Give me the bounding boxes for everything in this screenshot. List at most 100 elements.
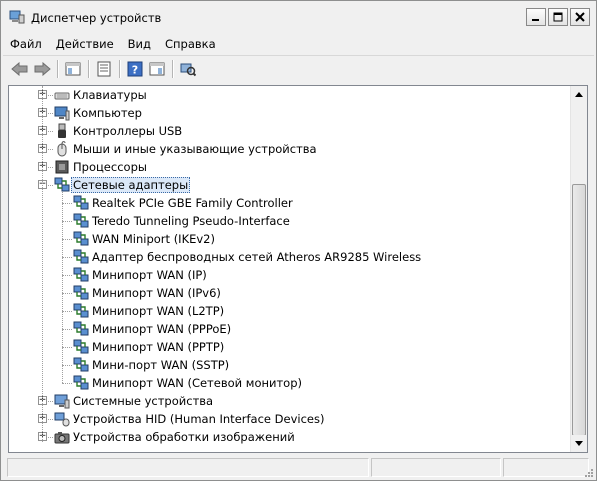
- tree-connector: [48, 131, 53, 132]
- network-adapter-icon: [73, 375, 89, 391]
- tree-node[interactable]: + Системные устройства: [9, 392, 571, 410]
- toolbar-separator: [57, 60, 58, 78]
- tree-node[interactable]: + Устройства HID (Human Interface Devices…: [9, 410, 571, 428]
- scroll-up-button[interactable]: [571, 86, 587, 103]
- tree-child-node[interactable]: Realtek PCIe GBE Family Controller: [9, 194, 571, 212]
- network-adapter-icon: [73, 321, 89, 337]
- tree-connector: [62, 383, 72, 384]
- tree-node[interactable]: + Мыши и иные указывающие устройства: [9, 140, 571, 158]
- tree-child-node[interactable]: Минипорт WAN (L2TP): [9, 302, 571, 320]
- tree-child-node[interactable]: WAN Miniport (IKEv2): [9, 230, 571, 248]
- close-button[interactable]: [570, 8, 590, 26]
- mouse-icon: [54, 141, 70, 157]
- system-devices-icon: [54, 393, 70, 409]
- scan-hardware-changes-icon: [180, 63, 196, 77]
- toolbar: ?: [3, 55, 594, 82]
- tree-child-label: Realtek PCIe GBE Family Controller: [92, 196, 293, 210]
- tree-child-node[interactable]: Минипорт WAN (PPPoE): [9, 320, 571, 338]
- tree-node-label: Компьютер: [73, 106, 142, 120]
- tree-child-label: Минипорт WAN (PPPoE): [92, 322, 232, 336]
- scrollbar-thumb[interactable]: [572, 184, 586, 436]
- tree-connector: [48, 419, 53, 420]
- arrow-up-icon: [575, 92, 583, 97]
- tree-node[interactable]: + Процессоры: [9, 158, 571, 176]
- usb-icon: [54, 123, 70, 139]
- window-title: Диспетчер устройств: [31, 11, 162, 25]
- device-manager-window: Диспетчер устройств Файл Действие Вид Сп…: [0, 0, 597, 481]
- tree-connector: [62, 347, 72, 348]
- show-hide-console-tree-button[interactable]: [62, 58, 84, 80]
- tree-connector: [62, 329, 72, 330]
- menu-file[interactable]: Файл: [3, 34, 49, 54]
- menu-help[interactable]: Справка: [158, 34, 223, 54]
- network-adapter-icon: [73, 249, 89, 265]
- help-icon: ?: [127, 61, 143, 77]
- network-adapter-icon: [73, 213, 89, 229]
- toolbar-separator: [88, 60, 89, 78]
- menu-view[interactable]: Вид: [121, 34, 158, 54]
- tree-child-node[interactable]: Минипорт WAN (IP): [9, 266, 571, 284]
- tree-child-label: Минипорт WAN (IPv6): [92, 286, 221, 300]
- device-manager-icon: [9, 10, 25, 24]
- minimize-icon: [532, 19, 539, 21]
- title-bar[interactable]: Диспетчер устройств: [1, 1, 596, 32]
- show-hide-action-pane-icon: [149, 62, 165, 76]
- status-pane: [503, 458, 589, 477]
- tree-connector: [62, 293, 72, 294]
- svg-text:?: ?: [132, 64, 138, 77]
- tree-child-label: Адаптер беспроводных сетей Atheros AR928…: [92, 250, 422, 264]
- status-bar: [1, 455, 596, 480]
- tree-connector: [62, 203, 72, 204]
- tree-branch-line: [62, 192, 63, 383]
- hid-icon: [54, 411, 70, 427]
- show-hide-action-pane-button[interactable]: [146, 58, 168, 80]
- tree-node[interactable]: − Сетевые адаптеры: [9, 176, 571, 194]
- tree-child-label: Минипорт WAN (L2TP): [92, 304, 225, 318]
- tree-child-node[interactable]: Минипорт WAN (PPTP): [9, 338, 571, 356]
- tree-node[interactable]: + Устройства обработки изображений: [9, 428, 571, 446]
- back-button[interactable]: [9, 58, 31, 80]
- forward-arrow-icon: [34, 62, 51, 76]
- network-adapter-icon: [73, 267, 89, 283]
- network-adapter-icon: [73, 339, 89, 355]
- resize-grip-icon[interactable]: [583, 467, 594, 478]
- tree-child-node[interactable]: Teredo Tunneling Pseudo-Interface: [9, 212, 571, 230]
- tree-connector: [62, 365, 72, 366]
- arrow-down-icon: [575, 441, 583, 446]
- close-icon: [575, 12, 585, 22]
- vertical-scrollbar[interactable]: [570, 86, 587, 452]
- tree-node-label: Системные устройства: [73, 394, 214, 408]
- forward-button[interactable]: [31, 58, 53, 80]
- tree-connector: [62, 275, 72, 276]
- properties-button[interactable]: [93, 58, 115, 80]
- tree-node[interactable]: + Компьютер: [9, 104, 571, 122]
- toolbar-separator: [172, 60, 173, 78]
- tree-connector: [48, 113, 53, 114]
- tree-child-node[interactable]: Адаптер беспроводных сетей Atheros AR928…: [9, 248, 571, 266]
- tree-connector: [48, 149, 53, 150]
- tree-child-label: Teredo Tunneling Pseudo-Interface: [92, 214, 290, 228]
- scroll-down-button[interactable]: [571, 435, 587, 452]
- menu-action[interactable]: Действие: [49, 34, 121, 54]
- tree-connector: [62, 221, 72, 222]
- properties-icon: [97, 61, 111, 77]
- maximize-button[interactable]: [548, 8, 568, 26]
- tree-child-label: Минипорт WAN (Сетевой монитор): [92, 376, 302, 390]
- imaging-device-icon: [54, 429, 70, 445]
- maximize-icon: [553, 12, 563, 22]
- device-tree[interactable]: + Клавиатуры + Компьютер + Контроллеры USB + Мы…: [8, 85, 588, 453]
- tree-node-label: Процессоры: [73, 160, 147, 174]
- tree-connector: [48, 437, 53, 438]
- status-pane: [371, 458, 501, 477]
- tree-connector: [62, 311, 72, 312]
- tree-node-label-selected: Сетевые адаптеры: [71, 177, 191, 193]
- help-button[interactable]: ?: [124, 58, 146, 80]
- tree-child-node[interactable]: Мини-порт WAN (SSTP): [9, 356, 571, 374]
- tree-child-node[interactable]: Минипорт WAN (Сетевой монитор): [9, 374, 571, 392]
- tree-node[interactable]: + Клавиатуры: [9, 86, 571, 104]
- scan-hardware-button[interactable]: [177, 58, 199, 80]
- tree-connector: [48, 401, 53, 402]
- minimize-button[interactable]: [526, 8, 546, 26]
- tree-child-node[interactable]: Минипорт WAN (IPv6): [9, 284, 571, 302]
- tree-node[interactable]: + Контроллеры USB: [9, 122, 571, 140]
